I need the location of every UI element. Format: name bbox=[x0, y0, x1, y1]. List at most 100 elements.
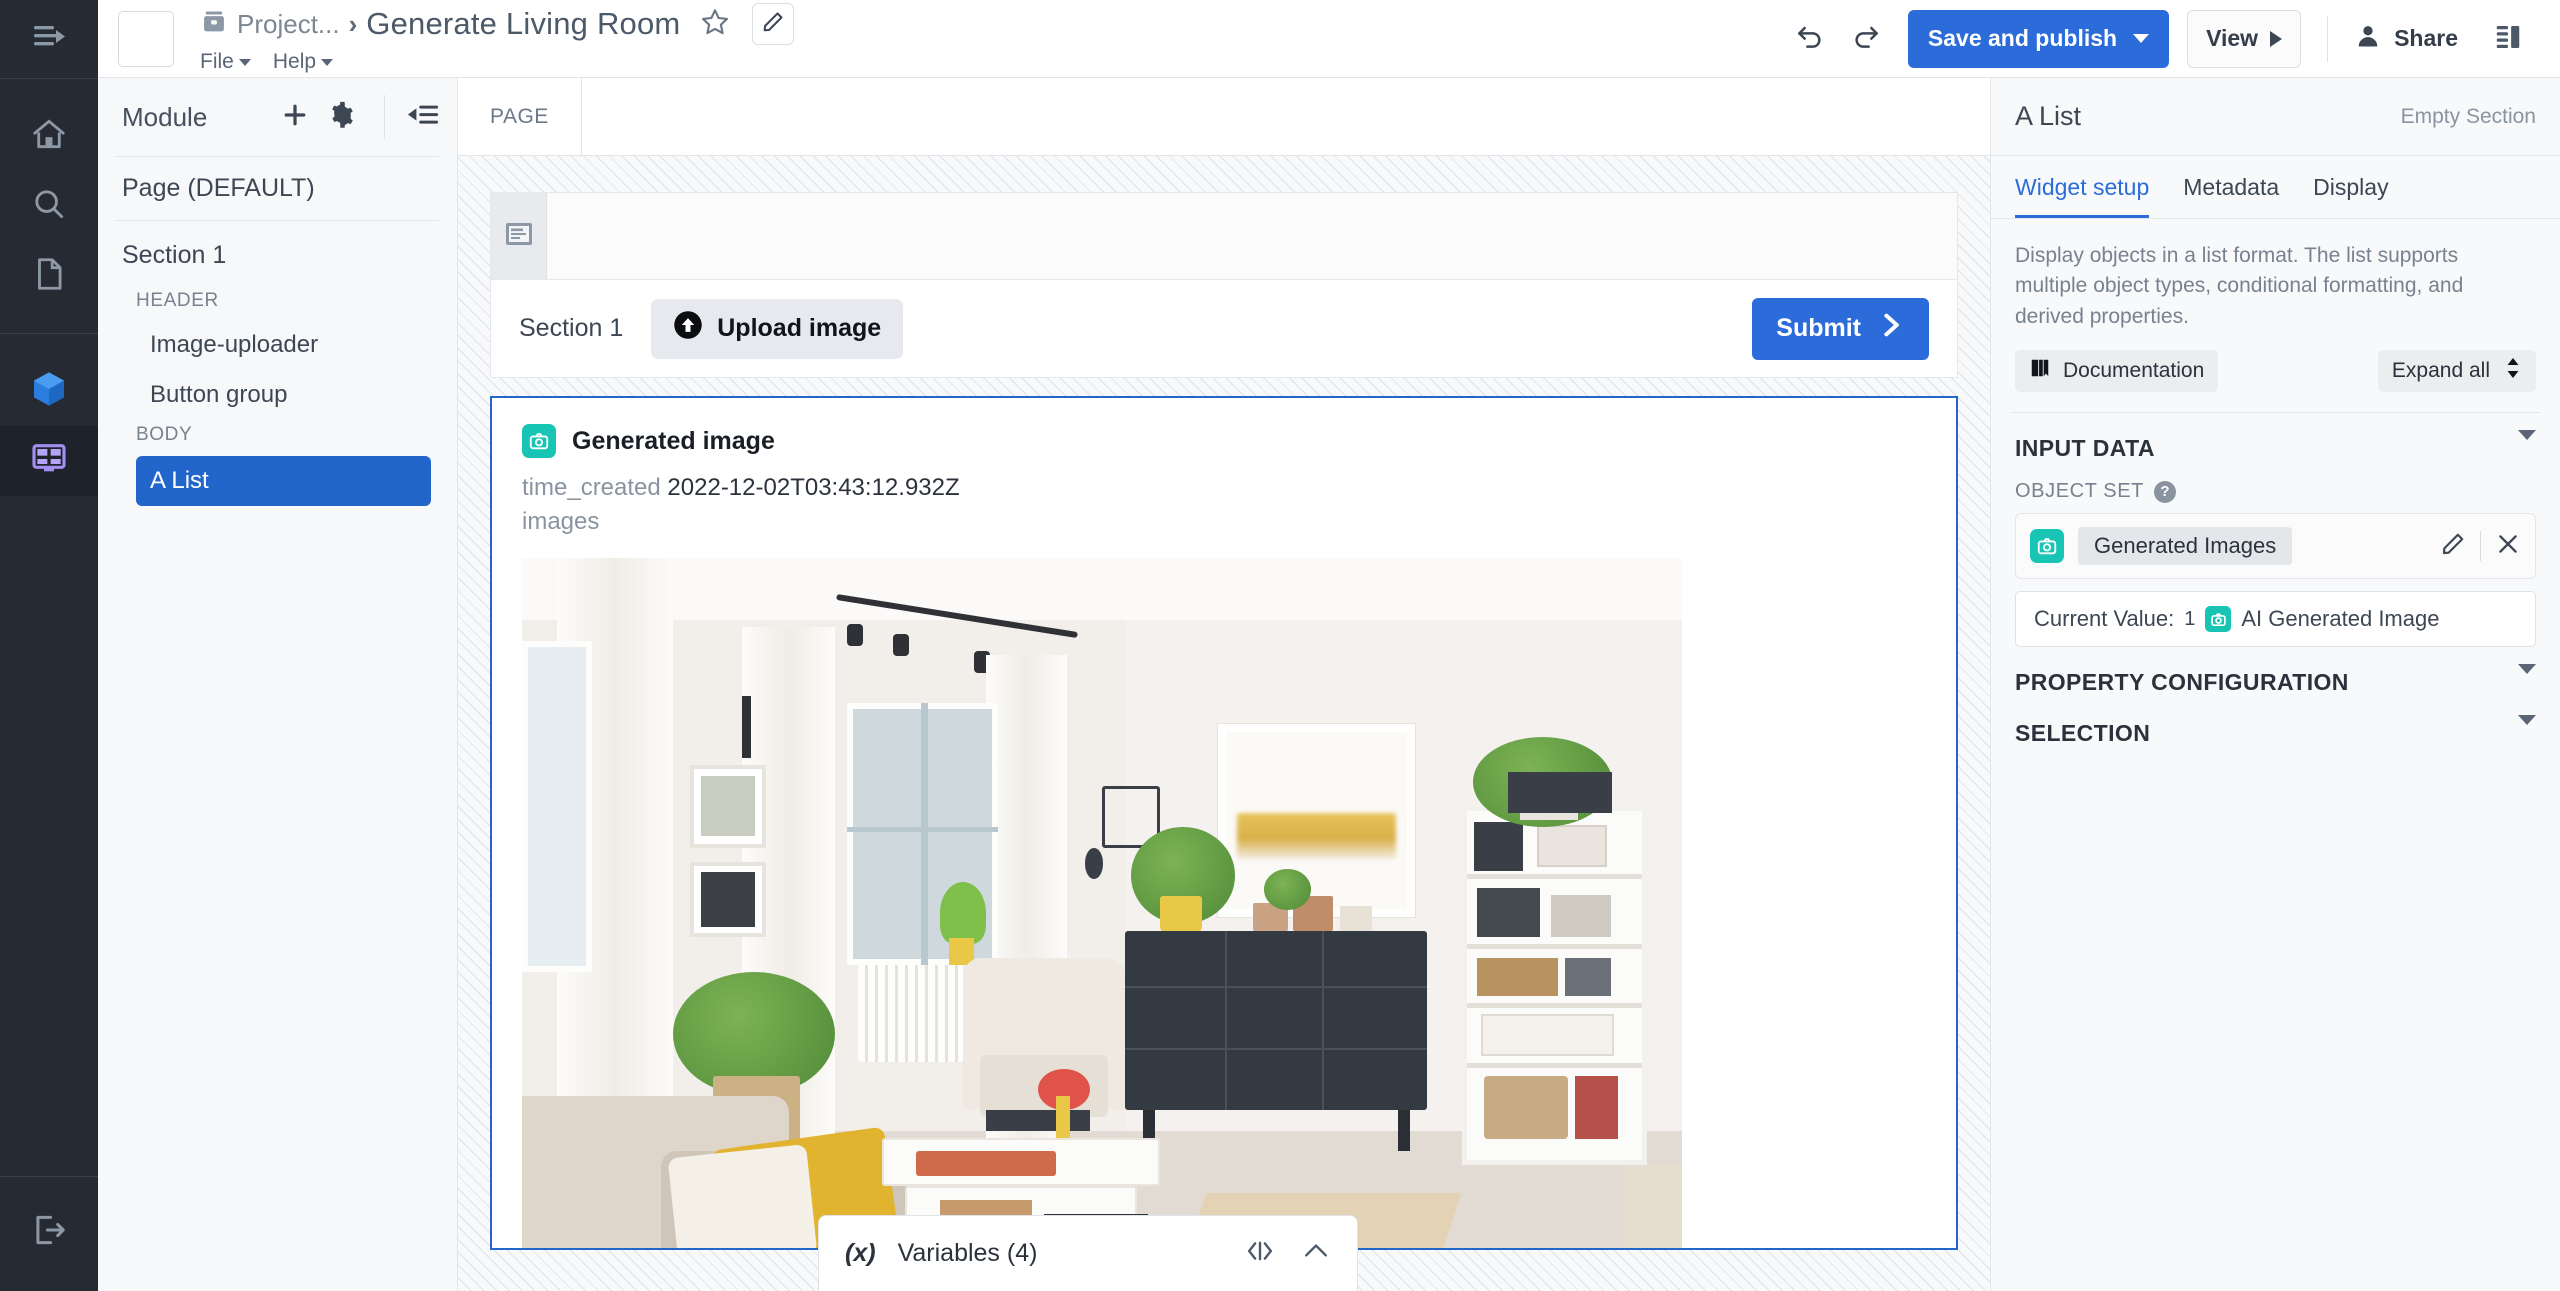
object-set-label-row: OBJECT SET ? bbox=[1991, 480, 2560, 513]
sidebar-item-workshop[interactable] bbox=[0, 426, 98, 496]
favorite-star-button[interactable] bbox=[699, 6, 731, 43]
sidebar-item-search[interactable] bbox=[0, 171, 98, 241]
collapse-list-icon[interactable] bbox=[407, 102, 439, 133]
sidebar-item-ontology[interactable] bbox=[0, 356, 98, 426]
tab-display[interactable]: Display bbox=[2313, 156, 2388, 218]
home-icon bbox=[30, 115, 68, 158]
main-column: Project... › Generate Living Room File H… bbox=[98, 0, 2560, 1291]
camera-object-icon bbox=[2030, 529, 2064, 564]
arrow-right-icon bbox=[1877, 311, 1905, 346]
a-list-widget-card[interactable]: Generated image time_created 2022-12-02T… bbox=[490, 396, 1958, 1250]
variables-fx-label: (x) bbox=[845, 1239, 876, 1267]
widget-drag-handle[interactable] bbox=[491, 193, 547, 279]
living-room-scene bbox=[522, 558, 1682, 1248]
tab-metadata[interactable]: Metadata bbox=[2183, 156, 2279, 218]
sidebar-item-logout[interactable] bbox=[0, 1197, 98, 1267]
title-block: Project... › Generate Living Room File H… bbox=[200, 3, 795, 74]
module-panel: Module Page (DEFAULT) Section 1 HEADER I… bbox=[98, 78, 458, 1291]
variables-bar[interactable]: (x) Variables (4) bbox=[818, 1215, 1358, 1291]
star-icon bbox=[699, 6, 731, 43]
undo-icon bbox=[1794, 20, 1826, 57]
breadcrumb-project[interactable]: Project... bbox=[237, 9, 340, 40]
breadcrumb: Project... › Generate Living Room bbox=[200, 3, 795, 45]
chevron-down-icon bbox=[2518, 663, 2536, 692]
tree-item-button-group[interactable]: Button group bbox=[98, 370, 457, 420]
redo-button[interactable] bbox=[1838, 11, 1894, 67]
share-button[interactable]: Share bbox=[2354, 22, 2458, 56]
inspector-subtitle: Empty Section bbox=[2400, 104, 2536, 128]
section-property-configuration[interactable]: PROPERTY CONFIGURATION bbox=[1991, 647, 2560, 714]
inspector-description: Display objects in a list format. The li… bbox=[2015, 244, 2464, 328]
canvas-section-label: Section 1 bbox=[519, 314, 624, 342]
module-panel-title: Module bbox=[122, 101, 208, 132]
sort-updown-icon bbox=[2504, 357, 2522, 385]
code-brackets-icon[interactable] bbox=[1245, 1238, 1275, 1269]
upload-image-button[interactable]: Upload image bbox=[651, 298, 904, 359]
section-property-configuration-label: PROPERTY CONFIGURATION bbox=[2015, 669, 2349, 696]
documentation-button[interactable]: Documentation bbox=[2015, 350, 2219, 393]
list-item-title: Generated image bbox=[572, 426, 775, 455]
tree-section-label[interactable]: Section 1 bbox=[98, 235, 457, 286]
app-root: Project... › Generate Living Room File H… bbox=[0, 0, 2560, 1291]
menu-bar: File Help bbox=[200, 50, 794, 74]
property-key-images: images bbox=[522, 508, 600, 535]
property-key: time_created bbox=[522, 474, 661, 501]
tab-page[interactable]: PAGE bbox=[458, 77, 582, 156]
rail-divider-top bbox=[0, 78, 98, 79]
rail-expand-button[interactable] bbox=[0, 0, 98, 78]
menu-file[interactable]: File bbox=[200, 50, 251, 74]
submit-label: Submit bbox=[1776, 314, 1861, 342]
book-icon bbox=[2029, 357, 2051, 385]
inspector-panel: A List Empty Section Widget setup Metada… bbox=[1990, 78, 2560, 1291]
widget-header-body bbox=[547, 193, 1957, 279]
chevron-up-icon[interactable] bbox=[1301, 1238, 1331, 1269]
inspector-title: A List bbox=[2015, 101, 2082, 131]
camera-object-icon bbox=[522, 424, 556, 458]
tree-group-body-label: BODY bbox=[136, 424, 193, 445]
section-input-data[interactable]: INPUT DATA bbox=[1991, 413, 2560, 480]
menu-help-label: Help bbox=[272, 50, 317, 73]
plus-icon[interactable] bbox=[280, 100, 310, 135]
upload-image-label: Upload image bbox=[717, 314, 882, 342]
pencil-edit-icon[interactable] bbox=[2440, 531, 2466, 562]
module-panel-divider bbox=[384, 95, 385, 139]
toolbar-divider bbox=[2327, 15, 2329, 62]
sidebar-item-home[interactable] bbox=[0, 101, 98, 171]
section-selection-label: SELECTION bbox=[2015, 720, 2151, 747]
panel-layout-button[interactable] bbox=[2480, 11, 2536, 67]
rail-divider-bottom bbox=[0, 1176, 98, 1177]
tab-widget-setup[interactable]: Widget setup bbox=[2015, 156, 2150, 218]
current-value-text: AI Generated Image bbox=[2241, 606, 2440, 632]
view-button[interactable]: View bbox=[2187, 9, 2302, 68]
tree-item-image-uploader[interactable]: Image-uploader bbox=[98, 320, 457, 370]
play-triangle-icon bbox=[2270, 30, 2283, 47]
panel-layout-icon bbox=[2493, 21, 2523, 56]
rail-divider-mid bbox=[0, 333, 98, 334]
submit-button[interactable]: Submit bbox=[1752, 297, 1929, 360]
save-and-publish-button[interactable]: Save and publish bbox=[1907, 9, 2170, 68]
object-set-row[interactable]: Generated Images bbox=[2015, 513, 2536, 580]
sidebar-item-documents[interactable] bbox=[0, 241, 98, 311]
gear-icon[interactable] bbox=[326, 100, 356, 135]
inspector-actions-row: Documentation Expand all bbox=[1991, 332, 2560, 412]
inspector-header: A List Empty Section bbox=[1991, 78, 2560, 156]
current-value-row: Current Value: 1 AI Generated Image bbox=[2015, 591, 2536, 648]
expand-all-button[interactable]: Expand all bbox=[2377, 350, 2536, 393]
canvas-scroll[interactable]: Section 1 Upload image Submit Generated … bbox=[458, 156, 1990, 1291]
dashboard-icon bbox=[29, 439, 69, 484]
undo-button[interactable] bbox=[1782, 11, 1838, 67]
card-widget-icon bbox=[505, 222, 533, 251]
widget-frame: Section 1 Upload image Submit Generated … bbox=[490, 192, 1958, 1250]
breadcrumb-separator: › bbox=[348, 8, 358, 39]
object-set-value[interactable]: Generated Images bbox=[2078, 527, 2293, 566]
chevron-down-icon bbox=[2518, 714, 2536, 743]
rename-pencil-button[interactable] bbox=[752, 3, 795, 45]
module-page-label[interactable]: Page (DEFAULT) bbox=[98, 157, 457, 220]
section-selection[interactable]: SELECTION bbox=[1991, 714, 2560, 765]
widget-toolbar: Section 1 Upload image Submit bbox=[490, 280, 1958, 378]
menu-help[interactable]: Help bbox=[272, 50, 334, 74]
close-x-icon[interactable] bbox=[2495, 531, 2521, 562]
help-circle-icon[interactable]: ? bbox=[2154, 480, 2176, 503]
tree-item-a-list[interactable]: A List bbox=[136, 456, 431, 506]
property-value: 2022-12-02T03:43:12.932Z bbox=[667, 474, 960, 501]
